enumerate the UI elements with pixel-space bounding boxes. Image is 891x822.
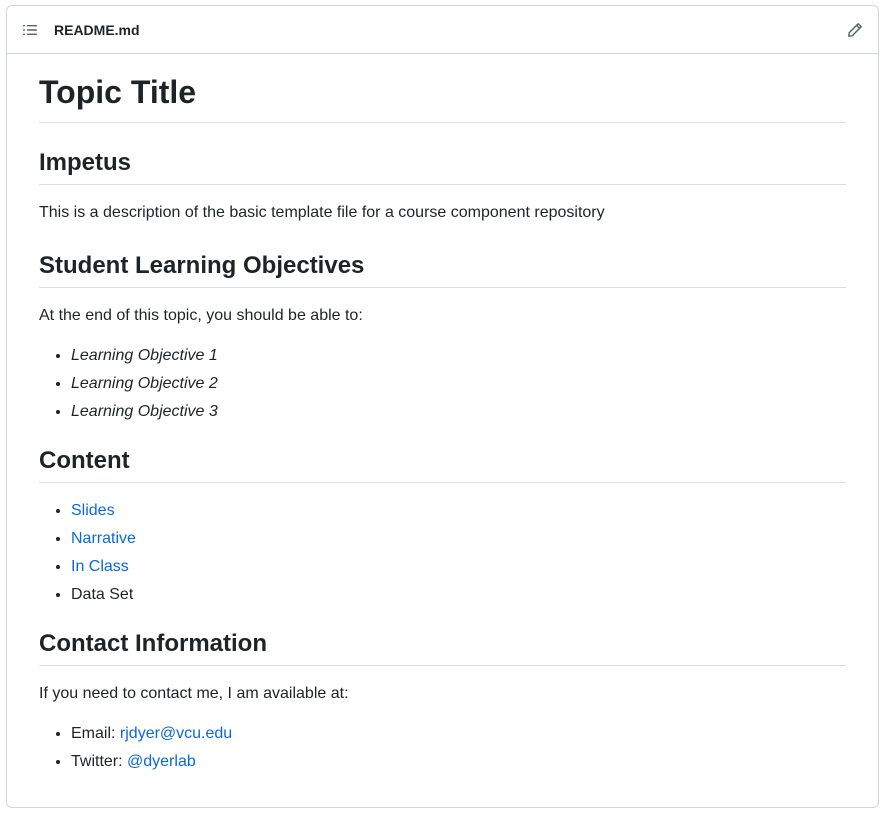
objectives-intro: At the end of this topic, you should be … <box>39 307 363 324</box>
twitter-link[interactable]: @dyerlab <box>127 753 196 770</box>
objective-1: Learning Objective 1 <box>71 347 218 364</box>
narrative-link[interactable]: Narrative <box>71 530 136 547</box>
list-item: Learning Objective 1 <box>71 344 846 368</box>
in-class-link[interactable]: In Class <box>71 558 129 575</box>
objective-3: Learning Objective 3 <box>71 403 218 420</box>
readme-box: README.md Topic Title Impetus This is a … <box>6 5 879 808</box>
slides-link[interactable]: Slides <box>71 502 115 519</box>
email-link[interactable]: rjdyer@vcu.edu <box>120 725 232 742</box>
heading-impetus: Impetus <box>39 148 846 185</box>
objectives-list: Learning Objective 1 Learning Objective … <box>39 344 846 424</box>
heading-contact: Contact Information <box>39 629 846 666</box>
email-label: Email: <box>71 725 120 742</box>
contact-list: Email: rjdyer@vcu.edu Twitter: @dyerlab <box>39 722 846 774</box>
markdown-body: Topic Title Impetus This is a descriptio… <box>7 74 878 774</box>
file-name: README.md <box>54 21 140 38</box>
contact-intro: If you need to contact me, I am availabl… <box>39 685 349 702</box>
pencil-icon[interactable] <box>847 22 863 38</box>
page-title: Topic Title <box>39 74 846 123</box>
list-item: Twitter: @dyerlab <box>71 750 846 774</box>
list-item: Email: rjdyer@vcu.edu <box>71 722 846 746</box>
heading-objectives: Student Learning Objectives <box>39 251 846 288</box>
content-list: Slides Narrative In Class Data Set <box>39 499 846 607</box>
list-unordered-icon[interactable] <box>22 22 38 38</box>
objective-2: Learning Objective 2 <box>71 375 218 392</box>
readme-header: README.md <box>7 6 878 54</box>
impetus-text: This is a description of the basic templ… <box>39 204 605 221</box>
list-item: Learning Objective 3 <box>71 400 846 424</box>
list-item: Narrative <box>71 527 846 551</box>
twitter-label: Twitter: <box>71 753 128 770</box>
list-item: Learning Objective 2 <box>71 372 846 396</box>
heading-content: Content <box>39 446 846 483</box>
list-item: Data Set <box>71 583 846 607</box>
list-item: In Class <box>71 555 846 579</box>
list-item: Slides <box>71 499 846 523</box>
data-set-text: Data Set <box>71 586 134 603</box>
